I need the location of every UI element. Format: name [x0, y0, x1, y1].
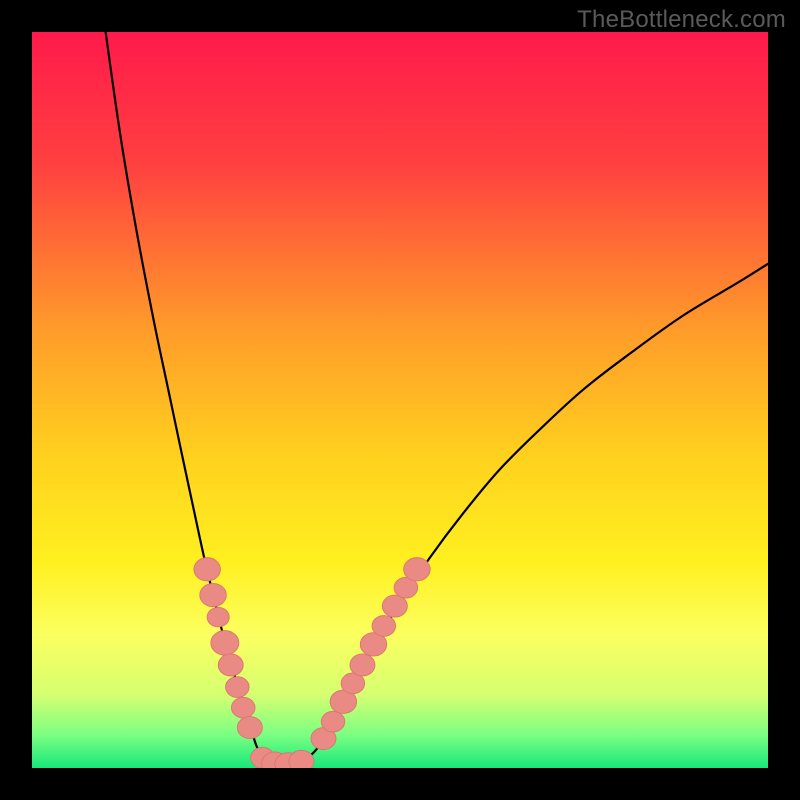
data-marker: [372, 616, 396, 637]
series-group: [106, 32, 768, 766]
data-marker: [404, 558, 430, 581]
watermark-text: TheBottleneck.com: [577, 6, 786, 34]
data-marker: [350, 654, 375, 676]
data-marker: [218, 654, 243, 676]
data-marker: [231, 697, 255, 718]
plot-area: [32, 32, 768, 768]
chart-svg: [32, 32, 768, 768]
data-marker: [194, 558, 220, 581]
bottleneck-curve: [106, 32, 768, 766]
chart-frame: TheBottleneck.com: [0, 0, 800, 800]
data-marker: [289, 750, 314, 768]
data-marker: [237, 717, 262, 739]
data-marker: [226, 677, 250, 698]
data-marker: [211, 631, 239, 656]
data-marker: [382, 595, 407, 617]
data-marker: [207, 607, 229, 626]
data-marker: [321, 711, 345, 732]
marker-group: [194, 558, 430, 768]
data-marker: [200, 583, 226, 606]
